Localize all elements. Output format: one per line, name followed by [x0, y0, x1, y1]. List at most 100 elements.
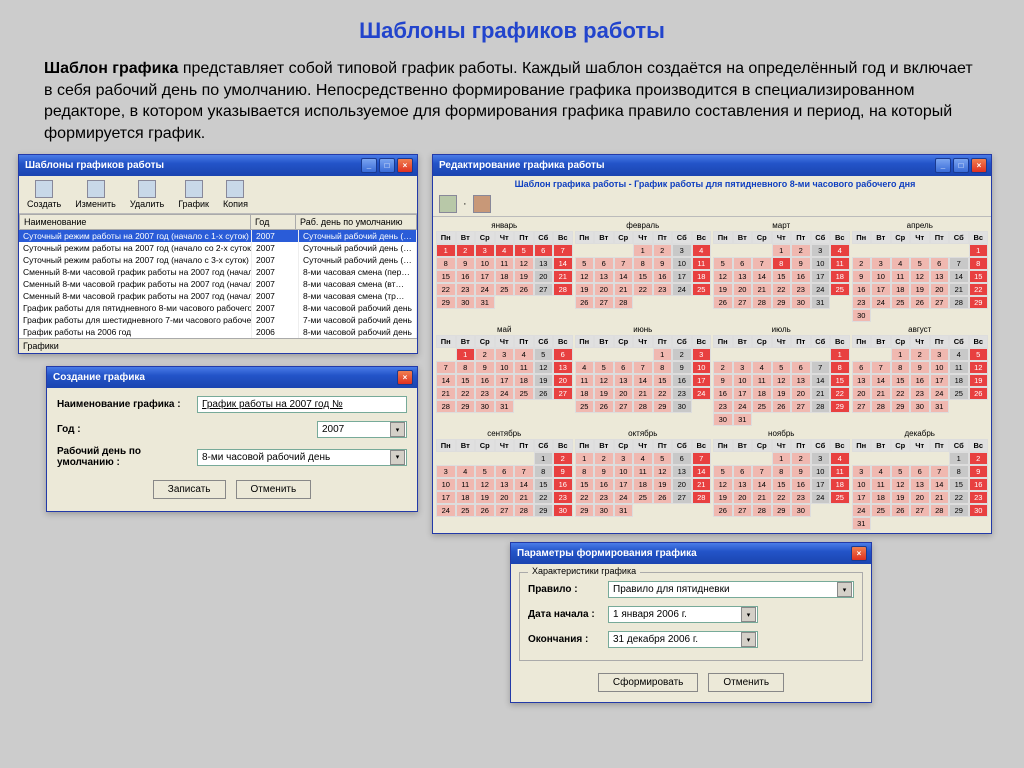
close-icon[interactable]: × [397, 370, 413, 385]
group-characteristics: Характеристики графика Правило : Правило… [519, 572, 863, 661]
tool-Создать[interactable]: Создать [23, 178, 65, 211]
start-label: Дата начала : [528, 609, 608, 620]
table-row[interactable]: Суточный режим работы на 2007 год (начал… [19, 230, 417, 242]
tool-label: График [178, 199, 209, 209]
minimize-icon[interactable]: _ [935, 158, 951, 173]
chevron-down-icon[interactable]: ▾ [837, 582, 852, 597]
month: февральПнВтСрЧтПтСбВс1234567891011121314… [574, 219, 713, 323]
spinner-icon[interactable]: ▾ [390, 422, 405, 437]
save-button[interactable]: Записать [153, 480, 226, 499]
titlebar[interactable]: Редактирование графика работы _ □ × [433, 155, 991, 176]
editor-toolbar: · [433, 192, 991, 217]
month: декабрьПнВтСрЧтПтСбВс1234567891011121314… [851, 427, 990, 531]
tool-icon[interactable] [473, 195, 491, 213]
year-input[interactable]: 2007 ▾ [317, 421, 407, 438]
month: ноябрьПнВтСрЧтПтСбВс12345678910111213141… [712, 427, 851, 531]
table-row[interactable]: График работы на 2006 год20068-ми часово… [19, 326, 417, 338]
month-title: октябрь [575, 428, 712, 439]
calendar-grid[interactable]: январьПнВтСрЧтПтСбВс12345678910111213141… [433, 217, 991, 533]
close-icon[interactable]: × [397, 158, 413, 173]
rule-label: Правило : [528, 584, 608, 595]
close-icon[interactable]: × [851, 546, 867, 561]
grid-footer: Графики [19, 338, 417, 353]
tool-Копия[interactable]: Копия [219, 178, 252, 211]
tool-icon [87, 180, 105, 198]
day-value: 8-ми часовой рабочий день [202, 452, 330, 463]
chevron-down-icon[interactable]: ▾ [741, 607, 756, 622]
tool-Изменить[interactable]: Изменить [71, 178, 120, 211]
month: июньПнВтСрЧтПтСбВс1234567891011121314151… [574, 323, 713, 427]
chevron-down-icon[interactable]: ▾ [390, 450, 405, 465]
close-icon[interactable]: × [971, 158, 987, 173]
month-title: май [436, 324, 573, 335]
month-title: сентябрь [436, 428, 573, 439]
tool-Удалить[interactable]: Удалить [126, 178, 168, 211]
templates-list-window: Шаблоны графиков работы _ □ × Создать Изм… [18, 154, 418, 354]
year-label: Год : [57, 424, 197, 435]
titlebar[interactable]: Шаблоны графиков работы _ □ × [19, 155, 417, 176]
tool-label: Удалить [130, 199, 164, 209]
month: апрельПнВтСрЧтПтСбВс12345678910111213141… [851, 219, 990, 323]
window-title: Параметры формирования графика [517, 548, 697, 559]
maximize-icon[interactable]: □ [953, 158, 969, 173]
month: мартПнВтСрЧтПтСбВс1234567891011121314151… [712, 219, 851, 323]
table-row[interactable]: Сменный 8-ми часовой график работы на 20… [19, 278, 417, 290]
chevron-down-icon[interactable]: ▾ [741, 632, 756, 647]
month-title: июнь [575, 324, 712, 335]
day-label: Рабочий день по умолчанию : [57, 446, 197, 468]
group-legend: Характеристики графика [528, 566, 640, 576]
month-title: апрель [852, 220, 989, 231]
titlebar[interactable]: Параметры формирования графика × [511, 543, 871, 564]
table-row[interactable]: Суточный режим работы на 2007 год (начал… [19, 242, 417, 254]
start-date-input[interactable]: 1 января 2006 г. ▾ [608, 606, 758, 623]
month: июльПнВтСрЧтПтСбВс1234567891011121314151… [712, 323, 851, 427]
month: январьПнВтСрЧтПтСбВс12345678910111213141… [435, 219, 574, 323]
save-icon[interactable] [439, 195, 457, 213]
year-value: 2007 [322, 424, 344, 435]
rule-value: Правило для пятидневки [613, 584, 730, 595]
minimize-icon[interactable]: _ [361, 158, 377, 173]
cancel-button[interactable]: Отменить [708, 673, 784, 692]
table-row[interactable]: График работы для шестидневного 7-ми час… [19, 314, 417, 326]
toolbar: Создать Изменить Удалить График Копия [19, 176, 417, 214]
day-select[interactable]: 8-ми часовой рабочий день ▾ [197, 449, 407, 466]
rule-select[interactable]: Правило для пятидневки ▾ [608, 581, 854, 598]
titlebar[interactable]: Создание графика × [47, 367, 417, 388]
col-year[interactable]: Год [251, 214, 296, 230]
month-title: декабрь [852, 428, 989, 439]
tool-icon [138, 180, 156, 198]
month: августПнВтСрЧтПтСбВс12345678910111213141… [851, 323, 990, 427]
window-title: Шаблоны графиков работы [25, 160, 164, 171]
start-value: 1 января 2006 г. [613, 609, 687, 620]
col-name[interactable]: Наименование [19, 214, 251, 230]
editor-window: Редактирование графика работы _ □ × Шабл… [432, 154, 992, 534]
end-label: Окончания : [528, 634, 608, 645]
cancel-button[interactable]: Отменить [236, 480, 312, 499]
tool-График[interactable]: График [174, 178, 213, 211]
month-title: март [713, 220, 850, 231]
month: октябрьПнВтСрЧтПтСбВс1234567891011121314… [574, 427, 713, 531]
table-row[interactable]: Суточный режим работы на 2007 год (начал… [19, 254, 417, 266]
tool-label: Копия [223, 199, 248, 209]
table-row[interactable]: Сменный 8-ми часовой график работы на 20… [19, 290, 417, 302]
tool-icon [35, 180, 53, 198]
col-day[interactable]: Раб. день по умолчанию [296, 214, 417, 230]
end-date-input[interactable]: 31 декабря 2006 г.▾ [608, 631, 758, 648]
grid-body[interactable]: Суточный режим работы на 2007 год (начал… [19, 230, 417, 338]
month: сентябрьПнВтСрЧтПтСбВс123456789101112131… [435, 427, 574, 531]
tool-icon [185, 180, 203, 198]
month-title: ноябрь [713, 428, 850, 439]
month-title: август [852, 324, 989, 335]
intro-body: представляет собой типовой график работы… [44, 60, 973, 142]
table-row[interactable]: График работы для пятидневного 8-ми часо… [19, 302, 417, 314]
maximize-icon[interactable]: □ [379, 158, 395, 173]
page-title: Шаблоны графиков работы [0, 0, 1024, 58]
window-title: Создание графика [53, 372, 145, 383]
generate-button[interactable]: Сформировать [598, 673, 699, 692]
create-dialog: Создание графика × Наименование графика … [46, 366, 418, 512]
grid-header: Наименование Год Раб. день по умолчанию [19, 214, 417, 230]
month-title: февраль [575, 220, 712, 231]
name-input[interactable]: График работы на 2007 год № [197, 396, 407, 413]
tool-label: Создать [27, 199, 61, 209]
table-row[interactable]: Сменный 8-ми часовой график работы на 20… [19, 266, 417, 278]
